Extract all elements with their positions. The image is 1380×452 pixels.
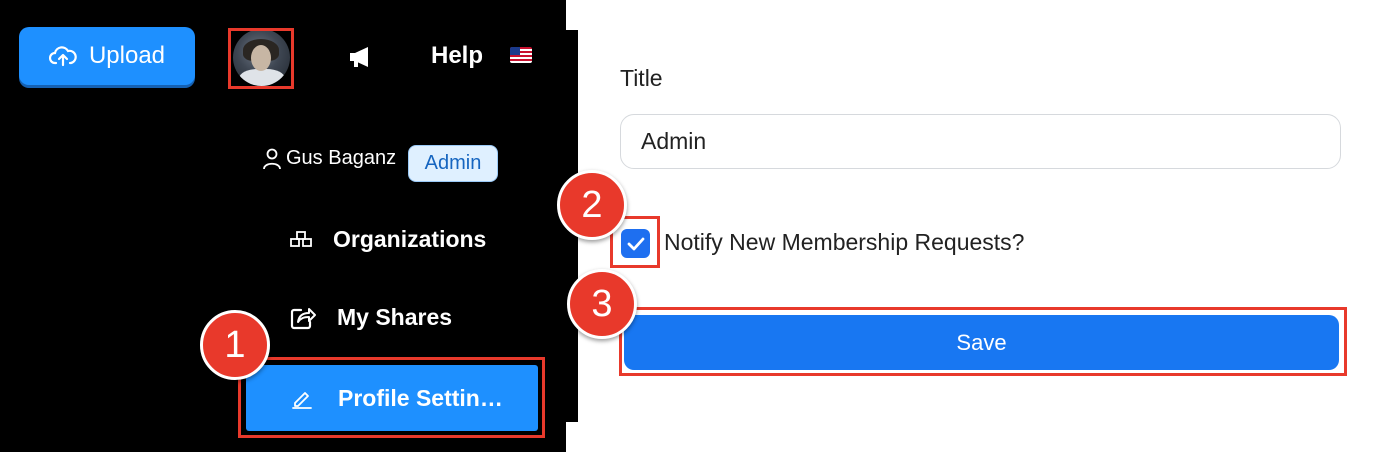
upload-button-label: Upload: [88, 42, 166, 69]
profile-settings-highlight: [238, 357, 545, 438]
upload-button[interactable]: Upload: [19, 27, 195, 85]
notify-membership-label[interactable]: Notify New Membership Requests?: [664, 229, 1024, 256]
user-name: Gus Baganz: [286, 147, 397, 169]
avatar-highlight: [228, 28, 294, 89]
save-button-highlight: [619, 307, 1347, 376]
organizations-icon: [290, 230, 312, 247]
step-2-badge: 2: [557, 170, 627, 240]
role-badge: Admin: [408, 145, 498, 182]
title-field-label: Title: [620, 65, 663, 91]
menu-item-my-shares[interactable]: My Shares: [289, 304, 452, 331]
megaphone-icon[interactable]: [346, 44, 374, 70]
menu-item-label: Organizations: [333, 226, 487, 252]
share-icon: [290, 307, 316, 329]
step-3-badge: 3: [567, 269, 637, 339]
us-flag-icon[interactable]: [510, 47, 532, 63]
user-name-row: Gus Baganz: [262, 147, 396, 170]
menu-item-organizations[interactable]: Organizations: [289, 226, 486, 253]
title-input[interactable]: [620, 114, 1341, 169]
cloud-upload-icon: [48, 46, 77, 67]
user-icon: [263, 148, 281, 169]
help-link[interactable]: Help: [431, 42, 483, 70]
menu-item-label: My Shares: [337, 304, 453, 330]
step-1-badge: 1: [200, 310, 270, 380]
